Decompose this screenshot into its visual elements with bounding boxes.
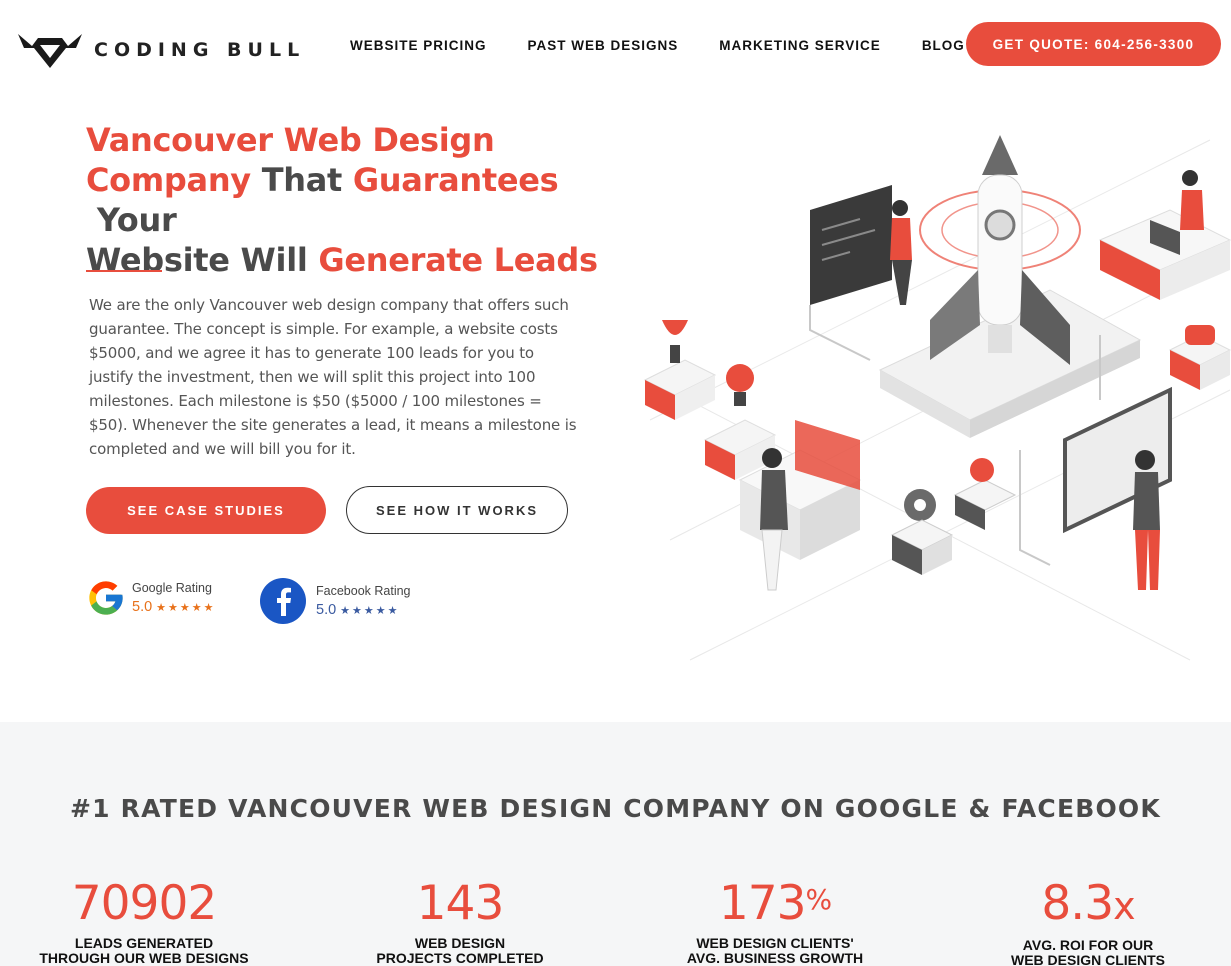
stat-number: 173 — [718, 876, 807, 931]
logo[interactable]: CODING BULL — [16, 30, 305, 70]
rating-score: 5.0 — [316, 601, 337, 618]
google-rating[interactable]: Google Rating 5.0 ★★★★★ — [86, 578, 215, 618]
stat-label-line: THROUGH OUR WEB DESIGNS — [39, 950, 249, 966]
facebook-f-icon — [260, 578, 306, 624]
rating-label: Google Rating — [132, 580, 212, 595]
stat-label-line: WEB DESIGN — [414, 935, 506, 951]
title-part: Generate Leads — [318, 241, 598, 279]
facebook-rating[interactable]: Facebook Rating 5.0 ★★★★★ — [260, 578, 411, 624]
title-part: Vancouver Web Design — [86, 121, 495, 159]
star-icons: ★★★★★ — [340, 604, 400, 617]
nav-blog[interactable]: BLOG — [922, 38, 965, 53]
stat-item: 173% WEB DESIGN CLIENTS' AVG. BUSINESS G… — [645, 874, 905, 966]
stat-label-line: WEB DESIGN CLIENTS — [1010, 952, 1165, 966]
rating-label: Facebook Rating — [316, 583, 411, 598]
see-how-it-works-button[interactable]: SEE HOW IT WORKS — [346, 486, 568, 534]
stat-label: LEADS GENERATED THROUGH OUR WEB DESIGNS — [14, 936, 274, 966]
logo-text: CODING BULL — [94, 39, 306, 61]
title-part: Company — [86, 161, 251, 199]
title-part: Your — [86, 201, 177, 239]
title-part: That — [250, 161, 353, 199]
stat-suffix: x — [1113, 884, 1135, 928]
stat-label: AVG. ROI FOR OUR WEB DESIGN CLIENTS — [958, 938, 1218, 966]
hero-description: We are the only Vancouver web design com… — [89, 296, 577, 458]
stat-label-line: AVG. BUSINESS GROWTH — [686, 950, 864, 966]
stat-number: 70902 — [71, 876, 218, 931]
stat-value: 70902 — [14, 874, 274, 934]
main-nav: WEBSITE PRICING PAST WEB DESIGNS MARKETI… — [350, 38, 965, 53]
stat-value: 143 — [330, 874, 590, 934]
stat-label-line: PROJECTS COMPLETED — [376, 950, 544, 966]
stat-label-line: WEB DESIGN CLIENTS' — [696, 935, 854, 951]
stat-value: 173% — [645, 874, 905, 934]
google-g-icon — [89, 581, 123, 615]
google-rating-text: Google Rating 5.0 ★★★★★ — [132, 581, 215, 616]
facebook-rating-text: Facebook Rating 5.0 ★★★★★ — [316, 584, 411, 619]
stat-number: 143 — [416, 876, 505, 931]
stat-label-line: LEADS GENERATED — [74, 935, 214, 951]
stat-value: 8.3x — [958, 874, 1218, 936]
stat-suffix: % — [805, 883, 833, 916]
nav-website-pricing[interactable]: WEBSITE PRICING — [350, 38, 487, 53]
bull-logo-icon — [18, 34, 82, 68]
site-header: CODING BULL WEBSITE PRICING PAST WEB DES… — [0, 0, 1231, 92]
stat-label: WEB DESIGN CLIENTS' AVG. BUSINESS GROWTH — [645, 936, 905, 966]
stats-section: #1 RATED VANCOUVER WEB DESIGN COMPANY ON… — [0, 722, 1231, 966]
isometric-rocket-illustration — [643, 135, 1231, 661]
hero-title: Vancouver Web Design Company That Guaran… — [86, 120, 646, 280]
title-part: Guarantees — [352, 161, 559, 199]
see-case-studies-button[interactable]: SEE CASE STUDIES — [86, 487, 326, 534]
nav-past-web-designs[interactable]: PAST WEB DESIGNS — [528, 38, 679, 53]
stat-number: 8.3 — [1041, 876, 1114, 931]
get-quote-button[interactable]: GET QUOTE: 604-256-3300 — [966, 22, 1221, 66]
title-part: Website Will — [86, 241, 319, 279]
stat-label-line: AVG. ROI FOR OUR — [1022, 937, 1154, 953]
stat-item: 70902 LEADS GENERATED THROUGH OUR WEB DE… — [14, 874, 274, 966]
stat-item: 8.3x AVG. ROI FOR OUR WEB DESIGN CLIENTS — [958, 874, 1218, 966]
nav-marketing-service[interactable]: MARKETING SERVICE — [719, 38, 881, 53]
stat-label: WEB DESIGN PROJECTS COMPLETED — [330, 936, 590, 966]
star-icons: ★★★★★ — [156, 601, 216, 614]
rating-score: 5.0 — [132, 598, 153, 615]
stat-item: 143 WEB DESIGN PROJECTS COMPLETED — [330, 874, 590, 966]
hero-divider — [86, 270, 162, 272]
stats-title: #1 RATED VANCOUVER WEB DESIGN COMPANY ON… — [70, 794, 1161, 823]
